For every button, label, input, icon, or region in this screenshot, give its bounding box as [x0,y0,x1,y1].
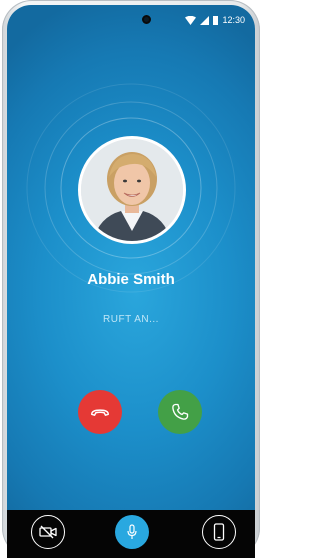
caller-photo [81,139,183,241]
transfer-to-mobile-button[interactable] [202,515,236,549]
phone-hangup-icon [91,409,109,416]
video-off-icon [39,525,57,539]
decline-call-button[interactable] [78,390,122,434]
microphone-icon [127,524,137,539]
microphone-button[interactable] [115,515,149,549]
phone-answer-icon [172,403,189,420]
caller-name: Abbie Smith [87,271,175,288]
accept-call-button[interactable] [158,390,202,434]
phone-mockup: 12:30 Abbie Smith RUFT AN... [0,0,262,558]
call-status: RUFT AN... [103,314,159,325]
video-off-button[interactable] [31,515,65,549]
mobile-device-icon [213,523,225,541]
bottom-action-bar [7,510,255,558]
caller-avatar [78,136,186,244]
